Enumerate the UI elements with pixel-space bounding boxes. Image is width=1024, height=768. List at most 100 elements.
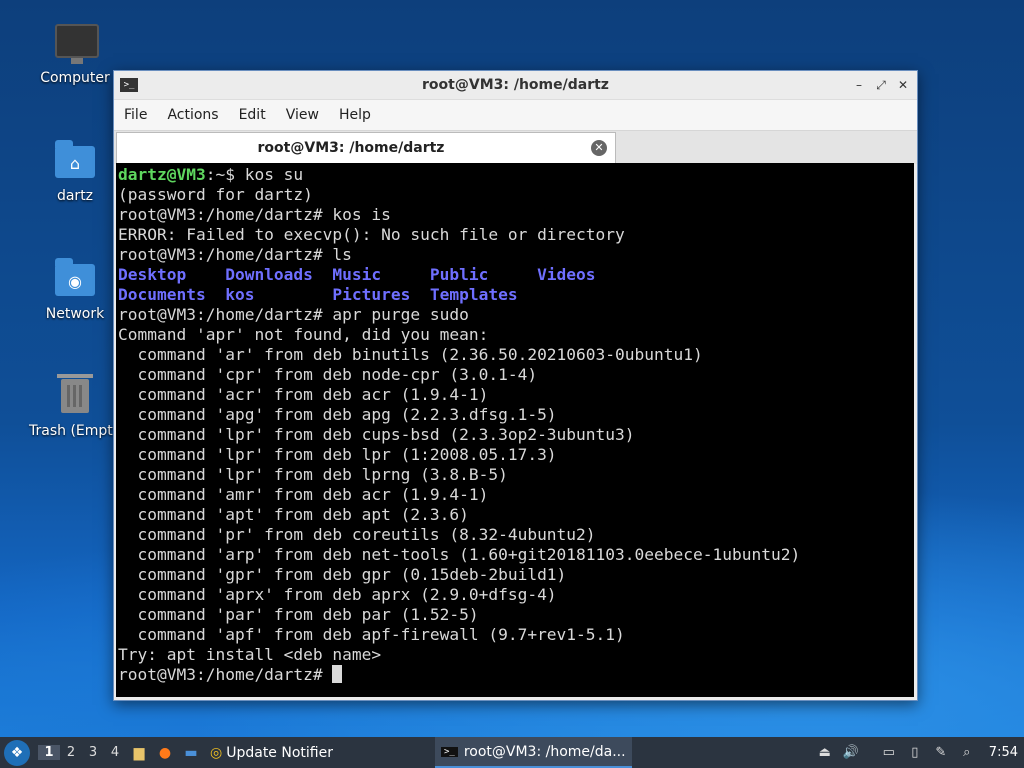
terminal-line-text: command 'ar' from deb binutils (2.36.50.…	[118, 345, 703, 364]
terminal-line: command 'par' from deb par (1.52-5)	[118, 605, 912, 625]
terminal-line: command 'amr' from deb acr (1.9.4-1)	[118, 485, 912, 505]
terminal-line: command 'gpr' from deb gpr (0.15deb-2bui…	[118, 565, 912, 585]
terminal-line-text: Try: apt install <deb name>	[118, 645, 382, 664]
tab-bar: root@VM3: /home/dartz ✕	[114, 130, 917, 164]
network-folder-icon: ◉	[53, 256, 97, 300]
tab-terminal[interactable]: root@VM3: /home/dartz ✕	[116, 132, 616, 163]
terminal-line-text: command 'apg' from deb apg (2.2.3.dfsg.1…	[118, 405, 557, 424]
terminal-line: root@VM3:/home/dartz# kos is	[118, 205, 912, 225]
terminal-line: command 'lpr' from deb lpr (1:2008.05.17…	[118, 445, 912, 465]
search-icon[interactable]: ⌕	[957, 743, 977, 763]
terminal-line: root@VM3:/home/dartz# ls	[118, 245, 912, 265]
minimize-icon[interactable]: –	[851, 77, 867, 93]
terminal-line: Try: apt install <deb name>	[118, 645, 912, 665]
menu-edit[interactable]: Edit	[229, 107, 276, 123]
terminal-line: command 'pr' from deb coreutils (8.32-4u…	[118, 525, 912, 545]
update-notifier-icon: ◎	[210, 744, 223, 761]
terminal-line-text: root@VM3:/home/dartz# ls	[118, 245, 352, 264]
desktop-icon-label: Computer	[40, 70, 110, 86]
menu-actions[interactable]: Actions	[157, 107, 228, 123]
terminal-line-text: :~$ kos su	[205, 165, 304, 184]
terminal-line-text: command 'apt' from deb apt (2.3.6)	[118, 505, 469, 524]
terminal-line-text: Documents kos Pictures Templates	[118, 285, 518, 304]
terminal-line-text: root@VM3:/home/dartz# kos is	[118, 205, 391, 224]
terminal-line-text: (password for dartz)	[118, 185, 313, 204]
terminal-line: command 'apf' from deb apf-firewall (9.7…	[118, 625, 912, 645]
terminal-line-text: command 'amr' from deb acr (1.9.4-1)	[118, 485, 489, 504]
workspace-2[interactable]: 2	[60, 745, 82, 760]
terminal-cursor	[332, 665, 343, 683]
tab-close-icon[interactable]: ✕	[591, 140, 607, 156]
clipboard-icon[interactable]: ▯	[905, 743, 925, 763]
terminal-line: command 'ar' from deb binutils (2.36.50.…	[118, 345, 912, 365]
task-label: root@VM3: /home/da...	[463, 743, 626, 760]
desktop-icon-home[interactable]: ⌂ dartz	[29, 138, 121, 204]
terminal-line: command 'lpr' from deb cups-bsd (2.3.3op…	[118, 425, 912, 445]
terminal-line-text: root@VM3:/home/dartz# apr purge sudo	[118, 305, 469, 324]
workspace-1[interactable]: 1	[38, 745, 60, 760]
terminal-line-text: command 'lpr' from deb lprng (3.8.B-5)	[118, 465, 508, 484]
terminal-line-text: command 'cpr' from deb node-cpr (3.0.1-4…	[118, 365, 538, 384]
terminal-line: command 'acr' from deb acr (1.9.4-1)	[118, 385, 912, 405]
terminal-line: dartz@VM3:~$ kos su	[118, 165, 912, 185]
terminal-line-text: command 'apf' from deb apf-firewall (9.7…	[118, 625, 625, 644]
start-menu-icon[interactable]: ❖	[4, 739, 30, 766]
taskbar: ❖ 1 2 3 4 ▆ ● ▬ ◎ Update Notifier >_ roo…	[0, 737, 1024, 768]
terminal-line: command 'arp' from deb net-tools (1.60+g…	[118, 545, 912, 565]
terminal-line: root@VM3:/home/dartz# apr purge sudo	[118, 305, 912, 325]
file-manager-icon[interactable]: ▆	[128, 743, 150, 763]
terminal-line: Documents kos Pictures Templates	[118, 285, 912, 305]
task-update-notifier[interactable]: ◎ Update Notifier	[204, 737, 339, 768]
menu-bar: File Actions Edit View Help	[114, 99, 917, 130]
task-label: Update Notifier	[226, 744, 333, 761]
terminal-line: command 'aprx' from deb aprx (2.9.0+dfsg…	[118, 585, 912, 605]
notes-icon[interactable]: ✎	[931, 743, 951, 763]
terminal-line-text: Desktop Downloads Music Public Videos	[118, 265, 596, 284]
terminal-line-text: dartz@VM3	[118, 165, 206, 184]
terminal-line-text: command 'arp' from deb net-tools (1.60+g…	[118, 545, 801, 564]
terminal-line-text: ERROR: Failed to execvp(): No such file …	[118, 225, 625, 244]
terminal-line-text: Command 'apr' not found, did you mean:	[118, 325, 489, 344]
close-icon[interactable]: ✕	[895, 77, 911, 93]
volume-icon[interactable]: 🔊	[841, 743, 861, 763]
terminal-window: >_ root@VM3: /home/dartz – ⤢ ✕ File Acti…	[113, 70, 918, 701]
terminal-line: command 'apt' from deb apt (2.3.6)	[118, 505, 912, 525]
terminal-line-text: command 'gpr' from deb gpr (0.15deb-2bui…	[118, 565, 567, 584]
computer-icon	[53, 20, 99, 64]
show-desktop-icon[interactable]: ▬	[180, 743, 202, 763]
window-title: root@VM3: /home/dartz	[422, 77, 609, 93]
eject-icon[interactable]: ⏏	[815, 743, 835, 763]
maximize-icon[interactable]: ⤢	[873, 77, 889, 93]
terminal-line: (password for dartz)	[118, 185, 912, 205]
menu-view[interactable]: View	[276, 107, 329, 123]
terminal-line: command 'lpr' from deb lprng (3.8.B-5)	[118, 465, 912, 485]
desktop-icon-label: Trash (Empty)	[29, 423, 127, 439]
desktop-icon-network[interactable]: ◉ Network	[29, 256, 121, 322]
terminal-line: command 'cpr' from deb node-cpr (3.0.1-4…	[118, 365, 912, 385]
terminal-app-icon[interactable]: >_	[120, 78, 138, 92]
terminal-line-text: command 'acr' from deb acr (1.9.4-1)	[118, 385, 489, 404]
trash-icon	[53, 373, 97, 417]
menu-file[interactable]: File	[114, 107, 157, 123]
home-folder-icon: ⌂	[53, 138, 97, 182]
desktop-icon-trash[interactable]: Trash (Empty)	[29, 373, 127, 439]
firefox-icon[interactable]: ●	[154, 743, 176, 763]
terminal-line: command 'apg' from deb apg (2.2.3.dfsg.1…	[118, 405, 912, 425]
workspace-4[interactable]: 4	[104, 745, 126, 760]
window-titlebar[interactable]: >_ root@VM3: /home/dartz – ⤢ ✕	[114, 71, 917, 99]
workspace-3[interactable]: 3	[82, 745, 104, 760]
terminal-line-text: command 'lpr' from deb lpr (1:2008.05.17…	[118, 445, 557, 464]
terminal-task-icon: >_	[440, 746, 458, 757]
desktop-icon-label: Network	[45, 306, 105, 322]
terminal-output[interactable]: dartz@VM3:~$ kos su (password for dartz) r…	[116, 163, 914, 697]
terminal-line: ERROR: Failed to execvp(): No such file …	[118, 225, 912, 245]
menu-help[interactable]: Help	[329, 107, 381, 123]
desktop-icon-label: dartz	[56, 188, 94, 204]
task-terminal[interactable]: >_ root@VM3: /home/da...	[434, 737, 632, 768]
desktop-icon-computer[interactable]: Computer	[29, 20, 121, 86]
tab-label: root@VM3: /home/dartz	[257, 140, 445, 156]
terminal-line: Command 'apr' not found, did you mean:	[118, 325, 912, 345]
system-tray: ⏏ 🔊 ▭ ▯ ✎ ⌕ 7:54	[815, 743, 1018, 763]
clock[interactable]: 7:54	[989, 745, 1018, 760]
network-icon[interactable]: ▭	[879, 743, 899, 763]
